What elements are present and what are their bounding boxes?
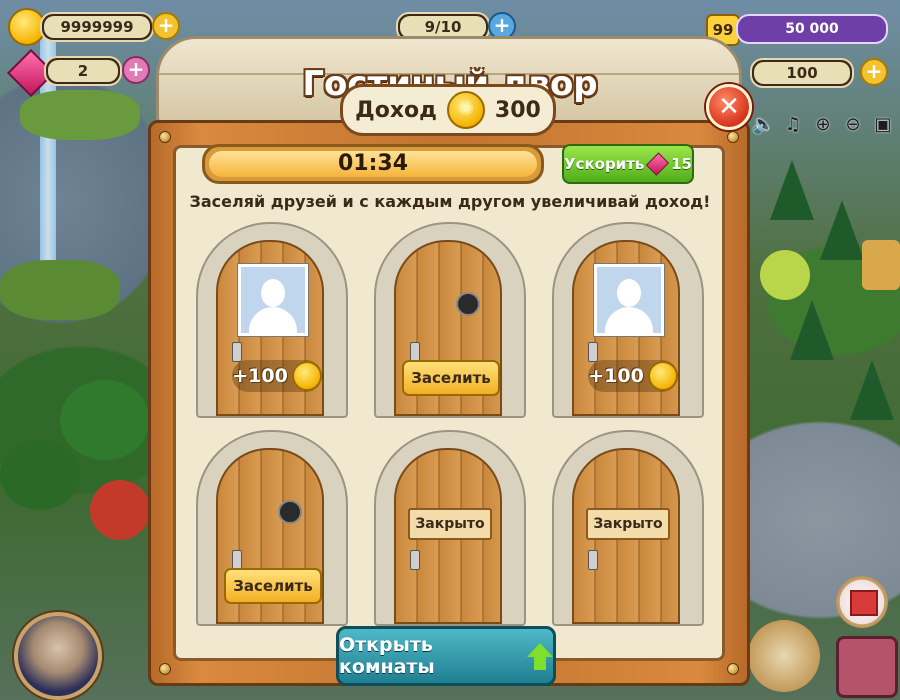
open-rooms-label: Открыть комнаты <box>339 634 435 678</box>
add-energy-button[interactable]: + <box>860 58 888 86</box>
coin-icon <box>446 91 485 129</box>
door-handle <box>588 550 598 570</box>
zoom-out-icon[interactable]: ⊖ <box>842 114 864 136</box>
door-panel: Закрыто <box>394 448 502 624</box>
door-slot-2: Заселить <box>374 222 526 418</box>
gems-counter: 2 <box>44 56 122 86</box>
pine-tree <box>770 160 814 220</box>
grass-island <box>0 260 120 320</box>
door-handle <box>410 342 420 362</box>
storage-crate-button[interactable] <box>836 636 898 698</box>
gem-icon <box>646 152 670 176</box>
grass-island <box>20 90 140 140</box>
wizard-avatar[interactable] <box>14 612 102 700</box>
door-slot-4: Заселить <box>196 430 348 626</box>
gift-icon <box>850 590 878 616</box>
bush <box>0 440 80 510</box>
speedup-button[interactable]: Ускорить 15 <box>562 144 694 184</box>
coin-icon <box>291 361 322 391</box>
speedup-cost: 15 <box>671 155 692 173</box>
door-panel: Заселить <box>394 240 502 416</box>
house-building[interactable] <box>862 240 900 290</box>
open-rooms-button[interactable]: Открыть комнаты <box>336 626 556 686</box>
rivet <box>159 663 171 675</box>
pine-tree <box>850 360 894 420</box>
toolbar: 🔈 ♫ ⊕ ⊖ ▣ <box>752 114 894 136</box>
speedup-label: Ускорить <box>564 155 645 173</box>
timer-text: 01:34 <box>337 151 409 176</box>
coin-icon <box>647 361 678 391</box>
peephole-icon <box>456 292 480 316</box>
market-basket-button[interactable] <box>748 620 820 692</box>
settle-button[interactable]: Заселить <box>224 568 322 604</box>
peephole-icon <box>278 500 302 524</box>
hint-text: Заселяй друзей и с каждым другом увеличи… <box>189 192 711 211</box>
zoom-in-icon[interactable]: ⊕ <box>812 114 834 136</box>
rivet <box>159 131 171 143</box>
reward-badge: +100 <box>232 360 322 392</box>
door-slot-5: Закрыто <box>374 430 526 626</box>
closed-sign-label: Закрыто <box>408 508 492 540</box>
income-label: Доход <box>355 97 437 123</box>
door-slot-6: Закрыто <box>552 430 704 626</box>
coins-counter: 9999999 <box>40 12 154 42</box>
income-value: 300 <box>494 97 541 123</box>
checkmark-marker[interactable] <box>760 250 810 300</box>
income-badge: Доход 300 <box>340 84 556 136</box>
friend-photo <box>594 264 664 336</box>
door-panel: +100 <box>216 240 324 416</box>
reward-badge: +100 <box>588 360 678 392</box>
music-icon[interactable]: ♫ <box>782 114 804 136</box>
door-panel: +100 <box>572 240 680 416</box>
gift-button[interactable] <box>836 576 888 628</box>
camera-icon[interactable]: ▣ <box>872 114 894 136</box>
rivet <box>727 663 739 675</box>
energy-counter: 100 <box>750 58 854 88</box>
bush <box>60 380 150 460</box>
friend-photo <box>238 264 308 336</box>
arrow-up-icon <box>527 643 553 670</box>
pine-tree <box>790 300 834 360</box>
door-handle <box>232 342 242 362</box>
rivet <box>727 131 739 143</box>
closed-sign: Закрыто <box>408 488 492 540</box>
close-button[interactable]: ✕ <box>706 84 752 130</box>
settle-button[interactable]: Заселить <box>402 360 500 396</box>
door-handle <box>232 550 242 570</box>
closed-sign: Закрыто <box>586 488 670 540</box>
door-slot-1[interactable]: +100 <box>196 222 348 418</box>
inn-dialog: Гостиный двор Доход 300 ✕ 01:34 Ускорить… <box>148 28 752 700</box>
speaker-icon[interactable]: 🔈 <box>752 114 774 136</box>
xp-bar: 50 000 <box>736 14 888 44</box>
door-slot-3[interactable]: +100 <box>552 222 704 418</box>
pine-tree <box>820 200 864 260</box>
timer-progress-bar: 01:34 <box>202 144 544 184</box>
closed-sign-label: Закрыто <box>586 508 670 540</box>
add-gems-button[interactable]: + <box>122 56 150 84</box>
door-panel: Заселить <box>216 448 324 624</box>
door-handle <box>410 550 420 570</box>
door-panel: Закрыто <box>572 448 680 624</box>
door-handle <box>588 342 598 362</box>
flower-bush <box>90 480 150 540</box>
